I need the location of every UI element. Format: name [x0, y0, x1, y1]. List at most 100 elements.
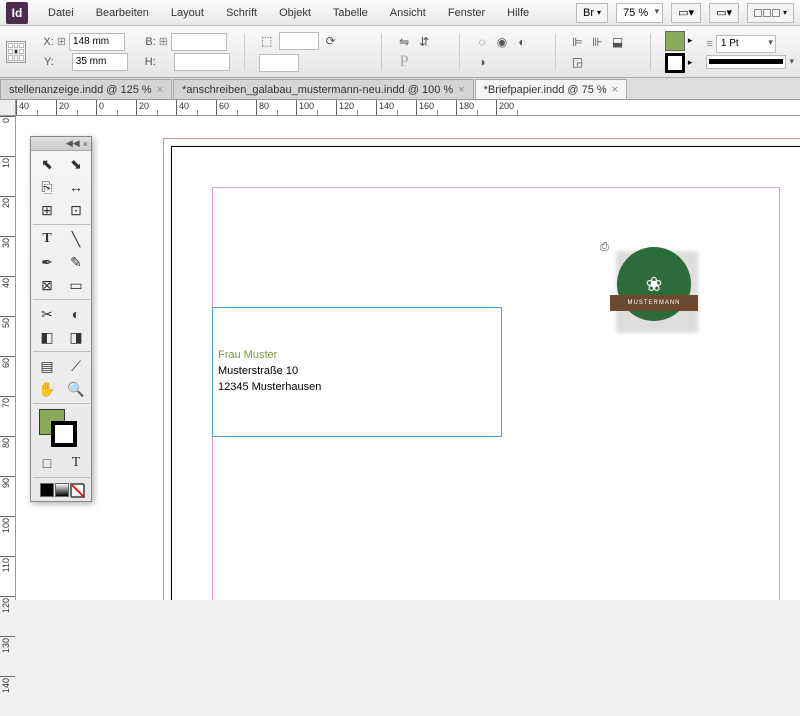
- align-icon[interactable]: ⊫: [569, 34, 585, 50]
- fill-dropdown-icon[interactable]: ▸: [688, 35, 693, 46]
- menu-edit[interactable]: Bearbeiten: [86, 3, 159, 23]
- zoom-select[interactable]: 75 %: [616, 3, 663, 23]
- selection-tool[interactable]: ⬉: [33, 153, 61, 175]
- tab-1-close[interactable]: ×: [157, 84, 163, 96]
- rectangle-tool[interactable]: ▭: [62, 274, 90, 296]
- tab-2[interactable]: *anschreiben_galabau_mustermann-neu.indd…: [173, 79, 474, 99]
- page-tool[interactable]: ⎘: [33, 176, 61, 198]
- stroke-color-well[interactable]: [665, 53, 685, 73]
- select-content-icon[interactable]: ◉: [494, 34, 510, 50]
- format-container-tool[interactable]: □: [33, 452, 61, 474]
- format-text-tool[interactable]: T: [62, 452, 90, 474]
- menu-table[interactable]: Tabelle: [323, 3, 378, 23]
- screen-mode-icon: ▭▾: [716, 6, 732, 19]
- content-collector-tool[interactable]: ⊞: [33, 199, 61, 221]
- tab-2-label: *anschreiben_galabau_mustermann-neu.indd…: [182, 84, 453, 96]
- rotate-field[interactable]: [259, 54, 299, 72]
- menu-window[interactable]: Fenster: [438, 3, 495, 23]
- reference-point[interactable]: [6, 41, 26, 63]
- tab-3-close[interactable]: ×: [612, 84, 618, 96]
- stroke-style-select[interactable]: [706, 55, 786, 69]
- address-line1: Musterstraße 10: [218, 363, 321, 379]
- fill-color-well[interactable]: [665, 31, 685, 51]
- menu-layout[interactable]: Layout: [161, 3, 214, 23]
- place-cursor-icon: ⎙: [600, 241, 609, 254]
- tab-3[interactable]: *Briefpapier.indd @ 75 %×: [475, 79, 628, 99]
- view-options-icon: ▭▾: [678, 6, 694, 19]
- arrange-icons: ◌ ◉ ◐ ◑: [474, 32, 541, 72]
- stroke-weight-field[interactable]: 1 Pt: [716, 35, 776, 53]
- logo-frame[interactable]: ❀ MUSTERMANN: [612, 247, 702, 337]
- menu-object[interactable]: Objekt: [269, 3, 321, 23]
- gradient-swatch-tool[interactable]: ◧: [33, 326, 61, 348]
- close-panel-icon[interactable]: ×: [83, 139, 88, 149]
- flip-h-icon[interactable]: ⇋: [396, 34, 412, 50]
- menu-view[interactable]: Ansicht: [380, 3, 436, 23]
- bridge-label: Br: [583, 7, 594, 19]
- pasteboard[interactable]: Frau Muster Musterstraße 10 12345 Muster…: [16, 116, 800, 600]
- page[interactable]: Frau Muster Musterstraße 10 12345 Muster…: [171, 146, 800, 600]
- menu-help[interactable]: Hilfe: [497, 3, 539, 23]
- rectangle-frame-tool[interactable]: ⊠: [33, 274, 61, 296]
- scissors-tool[interactable]: ✂: [33, 303, 61, 325]
- screen-mode-button[interactable]: ▭▾: [709, 3, 739, 23]
- x-field[interactable]: 148 mm: [69, 33, 125, 51]
- apply-color[interactable]: [40, 483, 54, 497]
- h-field[interactable]: [174, 53, 230, 71]
- flip-icons: ⇋ ⇵ P: [396, 32, 445, 72]
- select-next-icon[interactable]: ◑: [474, 54, 490, 70]
- pencil-tool[interactable]: ✎: [62, 251, 90, 273]
- fill-stroke-swatch[interactable]: [35, 409, 88, 449]
- note-tool[interactable]: ▤: [33, 355, 61, 377]
- tree-icon: ❀: [646, 272, 663, 297]
- tools-panel-header[interactable]: ◀◀×: [31, 137, 91, 151]
- corner-icon[interactable]: ◲: [569, 54, 585, 70]
- pen-tool[interactable]: ✒: [33, 251, 61, 273]
- view-options-button[interactable]: ▭▾: [671, 3, 701, 23]
- bridge-button[interactable]: Br▾: [576, 3, 608, 23]
- distribute-icons: ⊫ ⊪ ⬓ ◲: [569, 32, 636, 72]
- gap-tool[interactable]: ↔: [62, 176, 90, 198]
- tools-panel[interactable]: ◀◀× ⬉ ⬊ ⎘ ↔ ⊞ ⊡ T ╲ ✒ ✎ ⊠ ▭ ✂ ◐ ◧ ◨ ▤ ⟋ …: [30, 136, 92, 502]
- p-icon[interactable]: P: [396, 54, 412, 70]
- logo-banner: MUSTERMANN: [610, 295, 698, 311]
- type-tool[interactable]: T: [33, 228, 61, 250]
- control-bar: X:⊞148 mm Y:35 mm B:⊞ H: ⬚ ⟳ ⇋ ⇵ P ◌ ◉ ◐…: [0, 26, 800, 78]
- apply-none[interactable]: [70, 483, 84, 497]
- wrap-icon[interactable]: ⬓: [609, 34, 625, 50]
- link-wh-icon[interactable]: ⊞: [159, 35, 168, 48]
- w-field[interactable]: [171, 33, 227, 51]
- gradient-feather-tool[interactable]: ◨: [62, 326, 90, 348]
- stroke-dropdown-icon[interactable]: ▸: [688, 57, 693, 68]
- stroke-swatch[interactable]: [51, 421, 77, 447]
- menu-type[interactable]: Schrift: [216, 3, 267, 23]
- w-label: B:: [142, 36, 156, 48]
- line-tool[interactable]: ╲: [62, 228, 90, 250]
- tab-2-close[interactable]: ×: [458, 84, 464, 96]
- collapse-icon[interactable]: ◀◀: [66, 138, 80, 149]
- free-transform-tool[interactable]: ◐: [62, 303, 90, 325]
- content-placer-tool[interactable]: ⊡: [62, 199, 90, 221]
- distribute-icon[interactable]: ⊪: [589, 34, 605, 50]
- zoom-tool[interactable]: 🔍: [62, 378, 90, 400]
- ruler-horizontal[interactable]: 604020020406080100120140160180200: [16, 100, 800, 116]
- address-line2: 12345 Musterhausen: [218, 379, 321, 395]
- ruler-origin[interactable]: [0, 100, 16, 116]
- tab-1-label: stellenanzeige.indd @ 125 %: [9, 84, 152, 96]
- rotate-icon[interactable]: ⟳: [323, 33, 339, 49]
- link-xy-icon[interactable]: ⊞: [57, 35, 66, 48]
- arrange-button[interactable]: ▾: [747, 3, 794, 23]
- select-prev-icon[interactable]: ◐: [514, 34, 530, 50]
- menu-file[interactable]: Datei: [38, 3, 84, 23]
- select-container-icon[interactable]: ◌: [474, 34, 490, 50]
- ruler-vertical[interactable]: 0102030405060708090100110120130140: [0, 116, 16, 600]
- eyedropper-tool[interactable]: ⟋: [62, 355, 90, 377]
- y-field[interactable]: 35 mm: [72, 53, 128, 71]
- scale-x-icon[interactable]: ⬚: [259, 33, 275, 49]
- scale-x-field[interactable]: [279, 32, 319, 50]
- flip-v-icon[interactable]: ⇵: [416, 34, 432, 50]
- apply-gradient[interactable]: [55, 483, 69, 497]
- tab-1[interactable]: stellenanzeige.indd @ 125 % ×: [0, 79, 172, 99]
- hand-tool[interactable]: ✋: [33, 378, 61, 400]
- direct-selection-tool[interactable]: ⬊: [62, 153, 90, 175]
